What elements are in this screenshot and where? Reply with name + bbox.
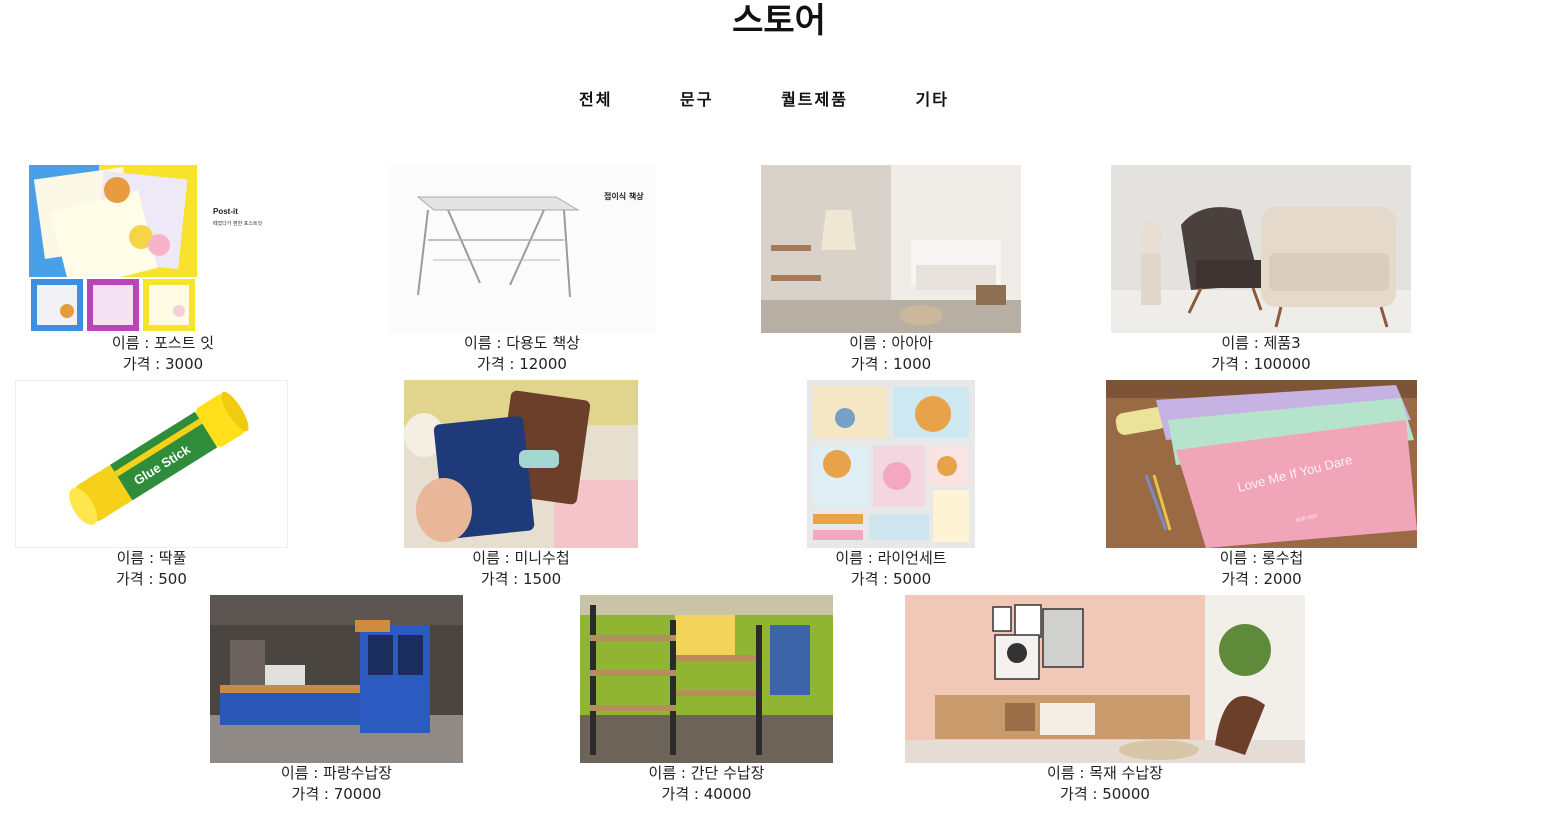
product-card[interactable]: 이름 : 미니수첩 가격 : 1500 xyxy=(404,380,638,590)
product-caption: 이름 : 롱수첩 가격 : 2000 xyxy=(1106,548,1417,590)
product-image-blue-cabinet[interactable] xyxy=(210,595,463,763)
postit-image-title: Post-it xyxy=(213,207,238,216)
product-image-long-notebook[interactable]: Love Me If You Dare 600 mm xyxy=(1106,380,1417,548)
product-image-folding-desk[interactable]: 접이식 책상 xyxy=(388,165,656,333)
product-image-lifestyle[interactable] xyxy=(761,165,1021,333)
product-name: 이름 : 라이언세트 xyxy=(835,549,947,567)
product-caption: 이름 : 파랑수납장 가격 : 70000 xyxy=(210,763,463,805)
product-caption: 이름 : 포스트 잇 가격 : 3000 xyxy=(29,333,297,375)
product-name: 이름 : 제품3 xyxy=(1221,334,1301,352)
product-name: 이름 : 파랑수납장 xyxy=(280,764,393,782)
product-name: 이름 : 다용도 책상 xyxy=(464,334,580,352)
product-card[interactable]: 이름 : 목재 수납장 가격 : 50000 xyxy=(905,595,1305,805)
product-price: 가격 : 1000 xyxy=(850,355,932,373)
product-image-ryan-set[interactable] xyxy=(807,380,975,548)
product-card[interactable]: 이름 : 라이언세트 가격 : 5000 xyxy=(807,380,975,590)
product-image-sofa[interactable] xyxy=(1111,165,1411,333)
nav-item-etc[interactable]: 기타 xyxy=(916,86,949,110)
product-name: 이름 : 롱수첩 xyxy=(1219,549,1304,567)
desk-image-label: 접이식 책상 xyxy=(604,191,644,201)
product-image-mini-notebook[interactable] xyxy=(404,380,638,548)
product-name: 이름 : 미니수첩 xyxy=(472,549,570,567)
product-caption: 이름 : 아아아 가격 : 1000 xyxy=(761,333,1021,375)
product-caption: 이름 : 목재 수납장 가격 : 50000 xyxy=(905,763,1305,805)
product-caption: 이름 : 라이언세트 가격 : 5000 xyxy=(807,548,975,590)
product-caption: 이름 : 다용도 책상 가격 : 12000 xyxy=(388,333,656,375)
category-nav: 전체 문구 퀄트제품 기타 xyxy=(0,86,1528,110)
product-caption: 이름 : 간단 수납장 가격 : 40000 xyxy=(580,763,833,805)
nav-item-quilt-products[interactable]: 퀄트제품 xyxy=(781,86,848,110)
product-price: 가격 : 70000 xyxy=(291,785,382,803)
product-caption: 이름 : 제품3 가격 : 100000 xyxy=(1111,333,1411,375)
product-price: 가격 : 5000 xyxy=(850,570,932,588)
page-title: 스토어 xyxy=(732,1,826,41)
nav-item-all[interactable]: 전체 xyxy=(579,86,612,110)
product-price: 가격 : 500 xyxy=(116,570,187,588)
product-name: 이름 : 포스트 잇 xyxy=(111,334,215,352)
product-price: 가격 : 50000 xyxy=(1060,785,1150,803)
product-caption: 이름 : 딱풀 가격 : 500 xyxy=(15,548,288,590)
product-price: 가격 : 2000 xyxy=(1221,570,1302,588)
product-name: 이름 : 딱풀 xyxy=(116,549,187,567)
product-name: 이름 : 목재 수납장 xyxy=(1047,764,1163,782)
postit-image-subtitle: 떼었다가 편한 포스트잇 xyxy=(213,220,263,227)
product-image-postit[interactable]: Post-it 떼었다가 편한 포스트잇 xyxy=(29,165,297,333)
product-card[interactable]: Post-it 떼었다가 편한 포스트잇 이름 : 포스트 잇 가격 : 300… xyxy=(29,165,297,375)
product-name: 이름 : 아아아 xyxy=(849,334,933,352)
product-card[interactable]: 이름 : 아아아 가격 : 1000 xyxy=(761,165,1021,375)
product-price: 가격 : 40000 xyxy=(661,785,752,803)
product-price: 가격 : 100000 xyxy=(1211,355,1311,373)
product-card[interactable]: 이름 : 파랑수납장 가격 : 70000 xyxy=(210,595,463,805)
product-card[interactable]: 이름 : 제품3 가격 : 100000 xyxy=(1111,165,1411,375)
product-caption: 이름 : 미니수첩 가격 : 1500 xyxy=(404,548,638,590)
product-price: 가격 : 3000 xyxy=(122,355,204,373)
product-price: 가격 : 12000 xyxy=(477,355,567,373)
product-image-wood-cabinet[interactable] xyxy=(905,595,1305,763)
product-name: 이름 : 간단 수납장 xyxy=(648,764,765,782)
product-card[interactable]: Glue Stick 이름 : 딱풀 가격 : 500 xyxy=(15,380,288,590)
product-image-simple-shelf[interactable] xyxy=(580,595,833,763)
product-card[interactable]: Love Me If You Dare 600 mm 이름 : 롱수첩 가격 :… xyxy=(1106,380,1417,590)
product-card[interactable]: 접이식 책상 이름 : 다용도 책상 가격 : 12000 xyxy=(388,165,656,375)
product-price: 가격 : 1500 xyxy=(480,570,562,588)
nav-item-stationery[interactable]: 문구 xyxy=(680,86,713,110)
product-image-glue-stick[interactable]: Glue Stick xyxy=(15,380,288,548)
product-card[interactable]: 이름 : 간단 수납장 가격 : 40000 xyxy=(580,595,833,805)
